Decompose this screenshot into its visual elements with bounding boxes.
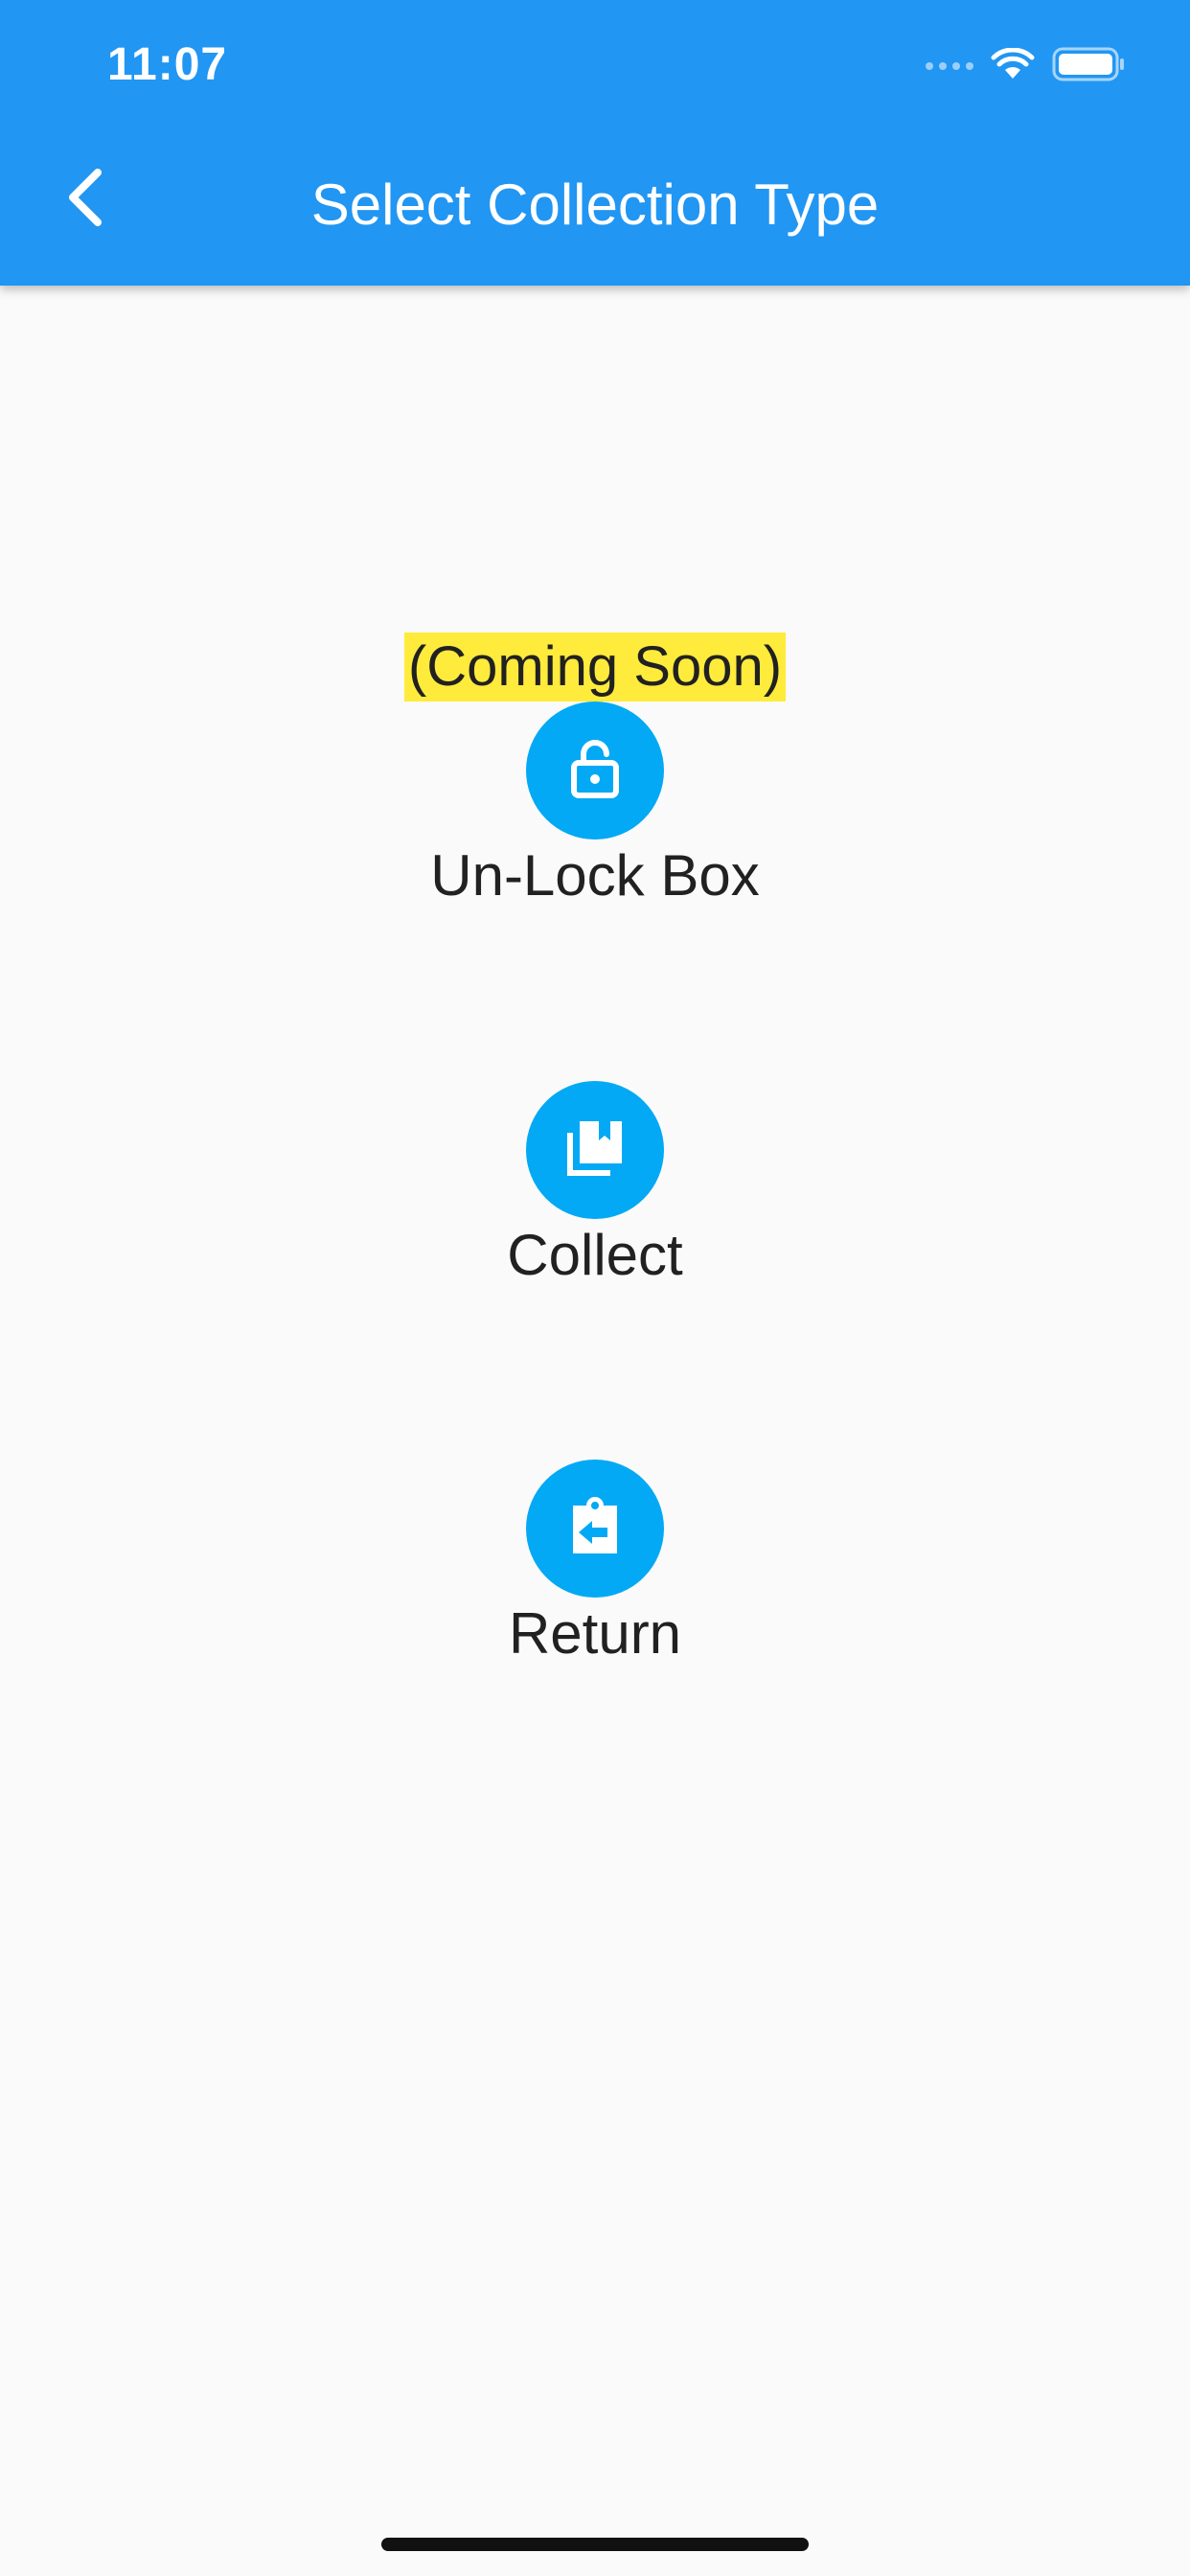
unlock-box-label: Un-Lock Box [430,843,760,908]
app-bar: 11:07 Select Collection Type [0,0,1190,286]
unlock-box-option[interactable]: Un-Lock Box [0,702,1190,912]
status-icons [926,42,1127,90]
return-label: Return [508,1601,682,1666]
cellular-signal-icon [926,62,973,70]
coming-soon-badge: (Coming Soon) [403,632,787,702]
assignment-return-icon [567,1496,623,1562]
coming-soon-badge-wrapper: (Coming Soon) [0,632,1190,702]
collect-button[interactable] [526,1081,664,1219]
wifi-icon [991,47,1035,85]
unlock-icon [568,738,622,804]
unlock-box-button[interactable] [526,702,664,840]
return-option[interactable]: Return [0,1460,1190,1670]
return-button[interactable] [526,1460,664,1598]
battery-icon [1052,47,1127,86]
collect-label: Collect [507,1223,683,1287]
collect-option[interactable]: Collect [0,1081,1190,1292]
page-title: Select Collection Type [310,172,880,237]
status-time: 11:07 [107,39,228,90]
library-books-icon [564,1117,626,1184]
home-indicator[interactable] [381,2538,809,2551]
